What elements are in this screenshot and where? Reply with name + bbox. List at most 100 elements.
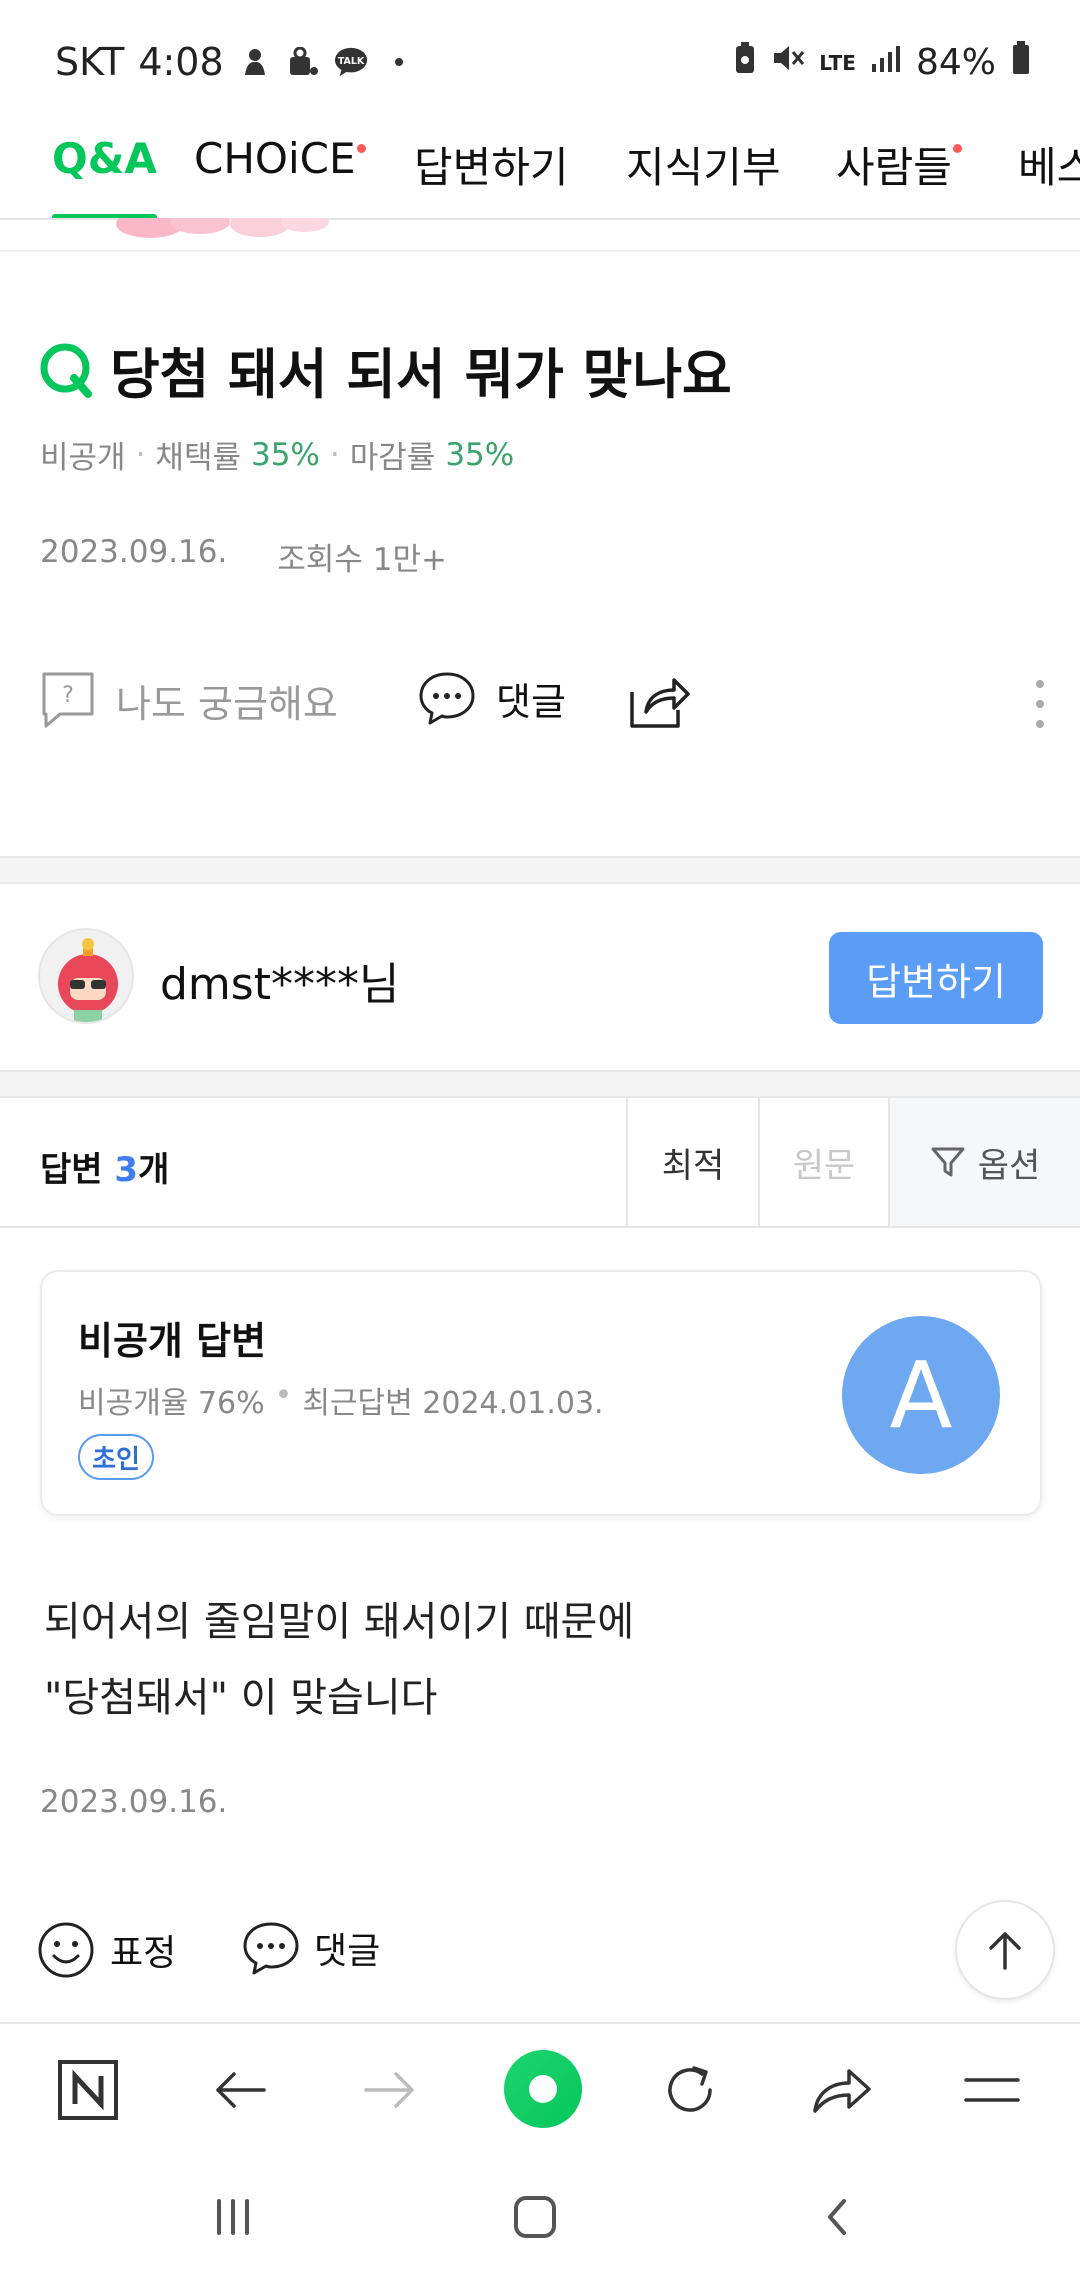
question-meta: 비공개 · 채택률 35% · 마감률 35% [40,432,514,477]
tab-answer[interactable]: 답변하기 [414,134,569,218]
question-date-row: 2023.09.16. 조회수 1만+ [40,534,447,579]
clock: 4:08 [138,40,224,84]
answer-line: 되어서의 줄임말이 돼서이기 때문에 [44,1599,635,1645]
svg-text:TALK: TALK [337,56,364,67]
share-arrow-icon [813,2069,871,2113]
write-answer-button[interactable]: 답변하기 [829,932,1043,1024]
tab-label: CHOiCE [194,134,356,183]
question-date: 2023.09.16. [40,534,228,570]
answer-comment-button[interactable]: 댓글 [242,1920,380,1976]
green-dot-icon [529,2075,557,2103]
status-bar: SKT 4:08 TALK LTE 84% [0,0,1080,120]
forward-button[interactable] [352,2052,428,2128]
answers-suffix: 개 [138,1150,170,1190]
scroll-top-button[interactable] [955,1900,1055,2000]
visibility-label: 비공개 [40,440,126,476]
naver-n-icon [58,2060,118,2120]
back-button[interactable] [202,2052,278,2128]
private-rate: 비공개율 76% [78,1386,265,1421]
answer-date: 2023.09.16. [40,1784,228,1820]
answer-body: 되어서의 줄임말이 돼서이기 때문에 "당첨돼서" 이 맞습니다 [44,1584,634,1736]
tab-best[interactable]: 베스 [1018,134,1080,218]
question-actions: ? 나도 궁금해요 댓글 [40,670,1050,740]
network-label: LTE [819,50,856,75]
carrier-label: SKT [55,40,125,84]
system-back-button[interactable] [802,2182,872,2252]
share-button[interactable] [628,670,692,730]
sort-original-button[interactable]: 원문 [758,1098,888,1226]
avatar-character-icon [58,938,118,1022]
browser-toolbar [0,2022,1080,2152]
answerer-meta: 비공개율 76% • 최근답변 2024.01.03. [78,1378,604,1422]
arrow-up-icon [989,1932,1021,1970]
comment-icon [419,672,475,725]
emoji-reaction-button[interactable]: 표정 [36,1920,176,1980]
sort-label: 원문 [792,1145,856,1186]
deadline-rate-value: 35% [445,436,515,473]
recents-icon [217,2199,249,2235]
arrow-right-icon [364,2072,414,2108]
lock-person-icon [286,45,320,79]
signal-icon [870,42,902,83]
question-bubble-icon: ? [42,672,94,728]
answerer-profile-card[interactable]: 비공개 답변 비공개율 76% • 최근답변 2024.01.03. 초인 A [40,1270,1042,1516]
svg-text:?: ? [62,683,74,708]
comment-icon [243,1922,299,1975]
new-dot [952,144,962,153]
deadline-rate-label: 마감률 [349,440,436,476]
tab-choice[interactable]: CHOiCE [194,134,366,218]
status-right: LTE 84% [733,40,1032,85]
tab-donate[interactable]: 지식기부 [626,134,781,218]
username: dmst****님 [160,959,400,1010]
new-dot [356,144,366,153]
sort-best-button[interactable]: 최적 [626,1098,758,1226]
more-options-icon[interactable] [1030,674,1050,734]
question-title-row: 당첨 돼서 되서 뭐가 맞나요 [38,330,732,409]
user-avatar[interactable] [38,928,134,1024]
chevron-left-icon [828,2199,846,2235]
pink-cloud-decoration [116,218,329,238]
answer-line: "당첨돼서" 이 맞습니다 [44,1675,438,1721]
question-title: 당첨 돼서 되서 뭐가 맞나요 [110,343,732,406]
meta-separator: · [329,436,340,473]
green-dot-button[interactable] [504,2050,582,2128]
person-icon [238,45,272,79]
answers-number: 3 [114,1150,139,1190]
home-button[interactable] [500,2182,570,2252]
options-filter-button[interactable]: 옵션 [888,1098,1080,1226]
emoji-label: 표정 [110,1933,177,1974]
tab-label: Q&A [52,134,157,183]
system-nav-bar [0,2152,1080,2280]
recent-answer-date: 최근답변 2024.01.03. [302,1386,604,1421]
refresh-button[interactable] [652,2052,728,2128]
adopt-rate-value: 35% [250,436,320,473]
top-tab-bar: Q&A CHOiCE 답변하기 지식기부 사람들 베스 [0,120,1080,220]
mute-icon [771,42,805,83]
hamburger-icon [964,2078,1020,2102]
answerer-avatar: A [842,1316,1000,1474]
view-count: 조회수 1만+ [277,542,447,578]
curious-button[interactable]: ? 나도 궁금해요 [40,670,338,730]
refresh-icon [668,2066,712,2112]
section-gap [0,856,1080,884]
dot-icon [382,45,416,79]
tab-label: 지식기부 [626,143,781,192]
tab-label: 베스 [1018,143,1080,192]
share-icon [630,678,690,728]
sort-label: 최적 [661,1145,725,1186]
tab-people[interactable]: 사람들 [836,134,962,218]
curious-label: 나도 궁금해요 [116,681,338,726]
question-comment-button[interactable]: 댓글 [418,670,566,726]
tab-qna[interactable]: Q&A [52,134,157,218]
section-gap [0,1070,1080,1098]
naver-home-button[interactable] [50,2052,126,2128]
comment-label: 댓글 [314,1931,381,1972]
rank-badge: 초인 [78,1434,154,1480]
home-square-icon [514,2196,556,2238]
menu-button[interactable] [954,2052,1030,2128]
adopt-rate-label: 채택률 [155,440,241,476]
browser-share-button[interactable] [804,2052,880,2128]
recents-button[interactable] [198,2182,268,2252]
meta-separator: • [274,1378,293,1413]
battery-saver-icon [733,41,757,84]
